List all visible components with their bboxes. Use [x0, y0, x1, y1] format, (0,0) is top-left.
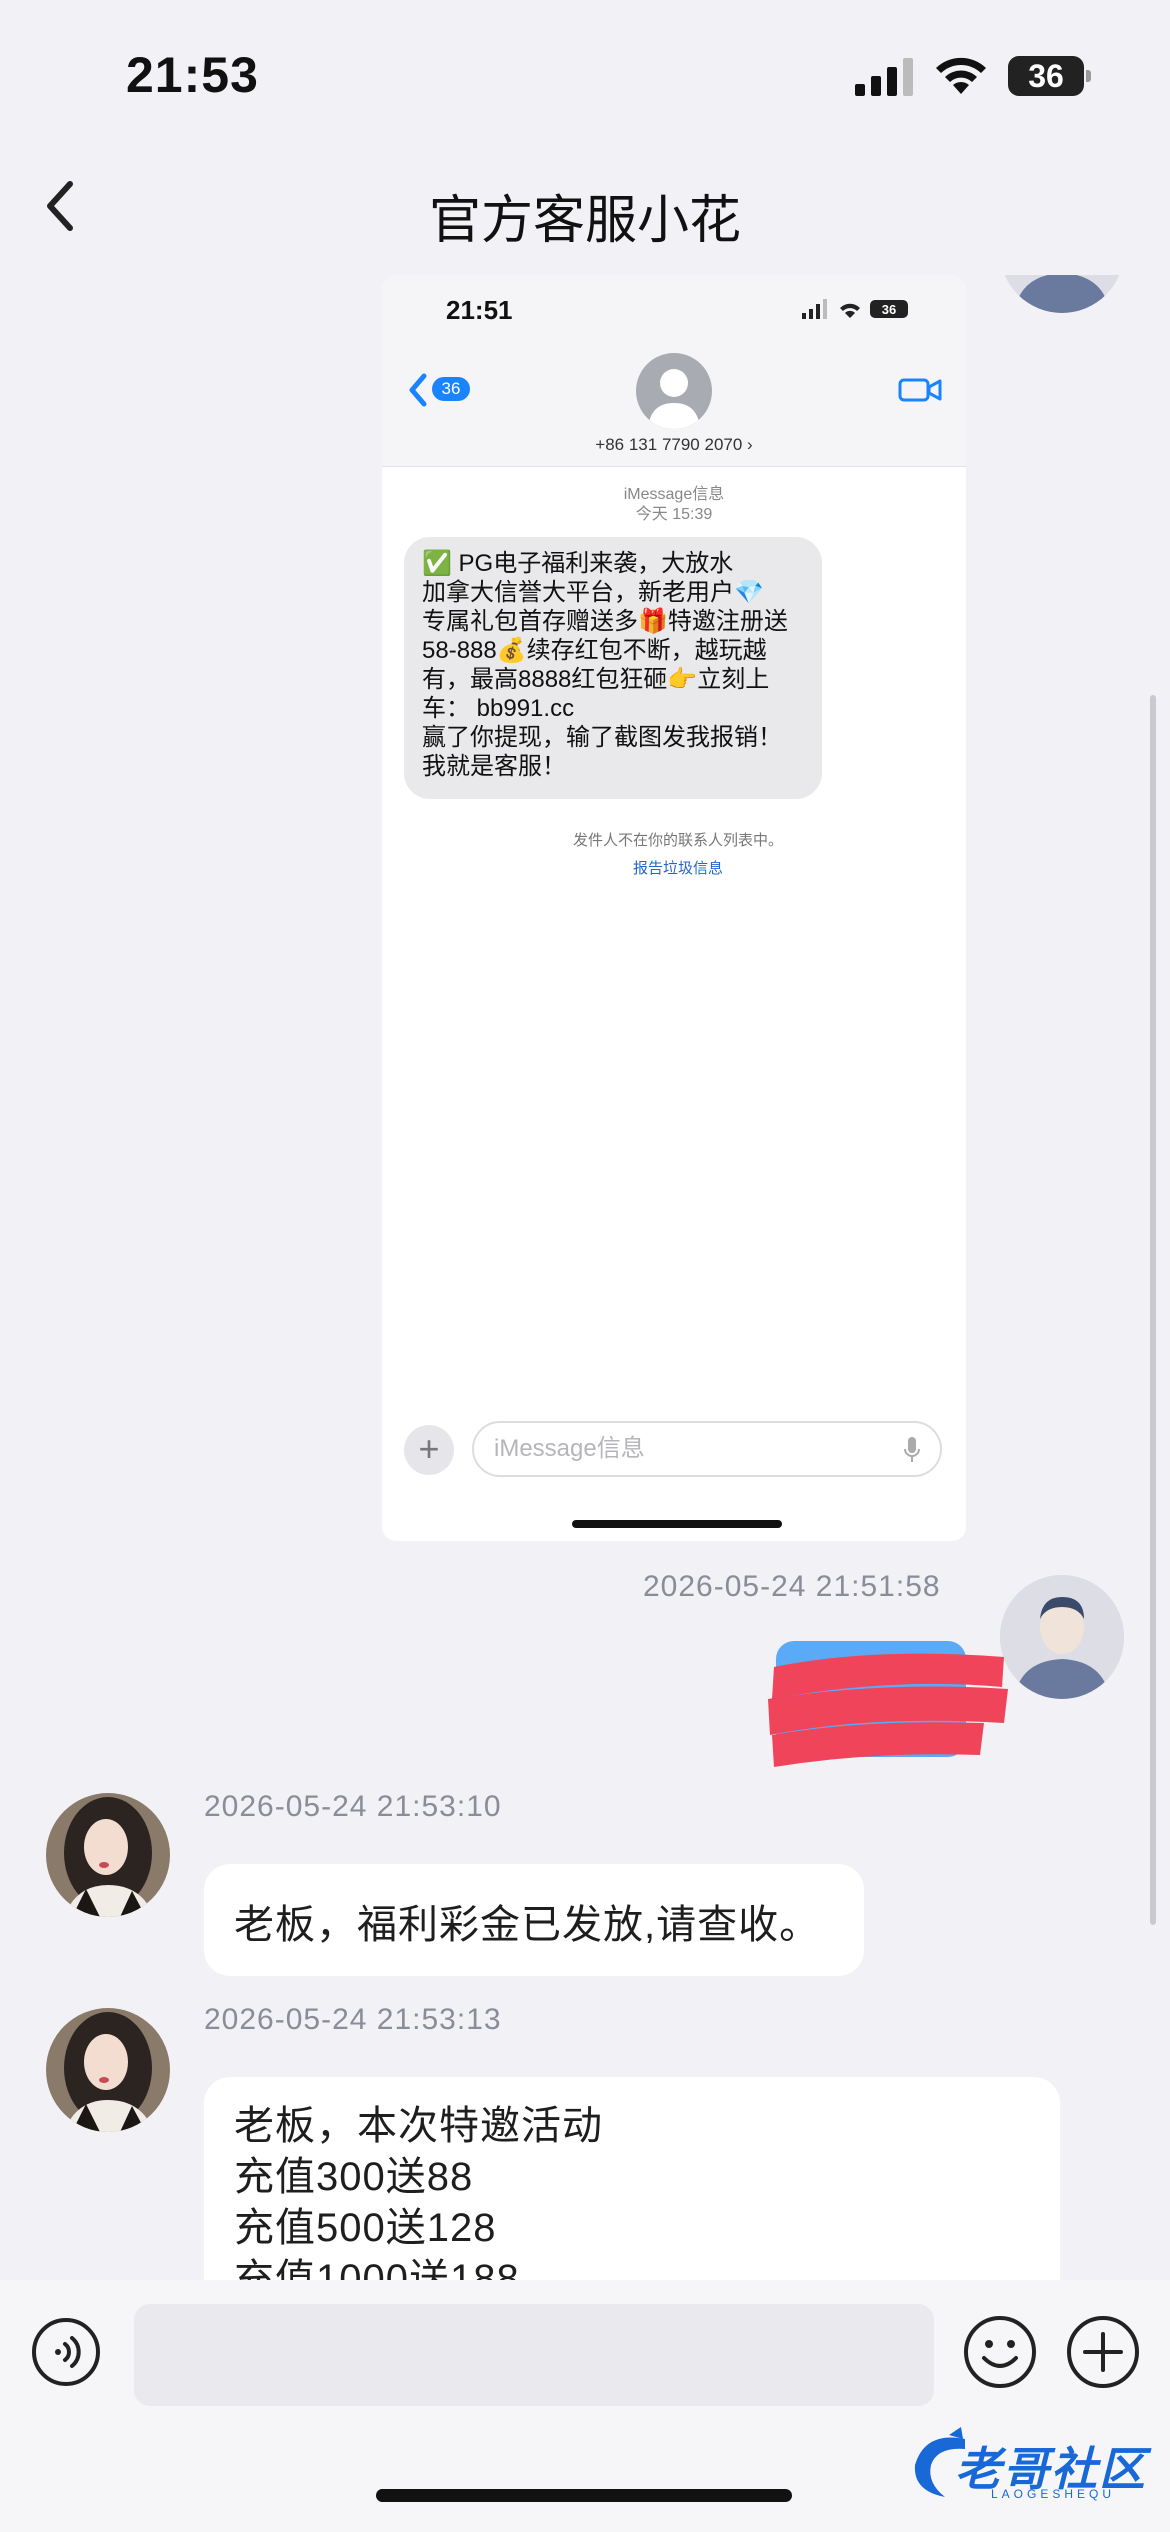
svg-text:36: 36 — [882, 302, 896, 317]
message-input-bar: 老哥社区 LAOGESHEQU — [0, 2280, 1170, 2532]
agent-avatar[interactable] — [46, 1793, 170, 1917]
screenshot-plus-icon: + — [404, 1425, 454, 1475]
status-bar: 21:53 36 — [0, 0, 1170, 150]
screenshot-not-in-contacts: 发件人不在你的联系人列表中。 — [572, 832, 783, 849]
battery-level: 36 — [1028, 58, 1064, 94]
person-icon — [1000, 275, 1124, 313]
screenshot-header: 21:51 36 36 +86 131 7790 2070 › — [382, 275, 966, 467]
sms-line: ✅ PG电子福利来袭，大放水 — [422, 550, 734, 577]
nav-bar: 官方客服小花 — [0, 150, 1170, 275]
sms-line: 58-888💰续存红包不断，越玩越 — [422, 637, 767, 664]
shared-screenshot-image[interactable]: 21:51 36 36 +86 131 7790 2070 › iMessage… — [382, 275, 966, 1541]
sms-line: 有，最高8888红包狂砸👉立刻上 — [422, 666, 770, 693]
screenshot-contact-avatar — [636, 353, 712, 429]
status-time: 21:53 — [126, 47, 259, 103]
message-line: 充值500送128 — [234, 2206, 497, 2250]
message-text-field[interactable] — [134, 2304, 934, 2406]
screenshot-mic-icon — [904, 1437, 920, 1462]
screenshot-input-field: iMessage信息 — [472, 1421, 942, 1477]
screenshot-video-icon — [898, 378, 942, 402]
message-line: 老板，本次特邀活动 — [234, 2104, 603, 2148]
watermark-subtext: LAOGESHEQU — [991, 2487, 1116, 2501]
person-icon — [648, 369, 700, 429]
received-message-bubble[interactable]: 老板，福利彩金已发放,请查收。 — [204, 1864, 864, 1976]
message-timestamp: 2026-05-24 21:51:58 — [643, 1570, 941, 1603]
agent-photo-icon — [46, 2008, 170, 2132]
chat-title: 官方客服小花 — [428, 192, 741, 250]
screenshot-status-icons: 36 — [802, 299, 908, 319]
received-message-bubble[interactable]: 老板，本次特邀活动 充值300送88 充值500送128 充值1000送188 — [204, 2077, 1060, 2280]
message-line: 充值1000送188 — [234, 2257, 520, 2280]
battery-icon: 36 — [1008, 56, 1091, 96]
sms-line: 加拿大信誉大平台，新老用户💎 — [422, 579, 764, 606]
user-avatar[interactable] — [1000, 275, 1124, 313]
sms-line: 我就是客服！ — [422, 753, 566, 780]
sms-line: 车： bb991.cc — [422, 695, 575, 722]
message-timestamp: 2026-05-24 21:53:13 — [204, 2003, 502, 2036]
screenshot-meta: iMessage信息 今天 15:39 — [382, 485, 966, 525]
screenshot-service-label: iMessage信息 — [623, 486, 725, 503]
agent-photo-icon — [46, 1793, 170, 1917]
screenshot-contact-number: +86 131 7790 2070 › — [595, 435, 753, 454]
screenshot-home-indicator — [572, 1520, 782, 1528]
watermark-logo: 老哥社区 LAOGESHEQU — [905, 2425, 1157, 2505]
sms-line: 赢了你提现，输了截图发我报销！ — [422, 724, 782, 751]
screenshot-status-time: 21:51 — [446, 295, 513, 325]
screenshot-report-junk-link: 报告垃圾信息 — [632, 860, 723, 877]
wifi-icon — [936, 57, 986, 94]
screenshot-unread-badge: 36 — [432, 377, 470, 401]
sms-line: 专属礼包首存赠送多🎁特邀注册送 — [422, 608, 788, 635]
user-avatar[interactable] — [1000, 1575, 1124, 1699]
agent-avatar[interactable] — [46, 2008, 170, 2132]
cellular-signal-icon — [855, 58, 913, 96]
chat-messages[interactable]: 21:51 36 36 +86 131 7790 2070 › iMessage… — [0, 275, 1170, 2280]
home-indicator — [376, 2489, 792, 2502]
person-icon — [1000, 1575, 1124, 1699]
screenshot-date: 今天 15:39 — [635, 506, 713, 523]
message-timestamp: 2026-05-24 21:53:10 — [204, 1790, 502, 1823]
message-line: 充值300送88 — [234, 2155, 474, 2199]
emoji-icon[interactable] — [962, 2314, 1038, 2390]
voice-input-icon[interactable] — [30, 2316, 102, 2388]
redaction-scribble — [768, 1653, 1008, 1767]
plus-icon[interactable] — [1065, 2314, 1141, 2390]
screenshot-sms-bubble: ✅ PG电子福利来袭，大放水 加拿大信誉大平台，新老用户💎 专属礼包首存赠送多🎁… — [404, 537, 822, 799]
scrollbar[interactable] — [1150, 695, 1156, 1925]
